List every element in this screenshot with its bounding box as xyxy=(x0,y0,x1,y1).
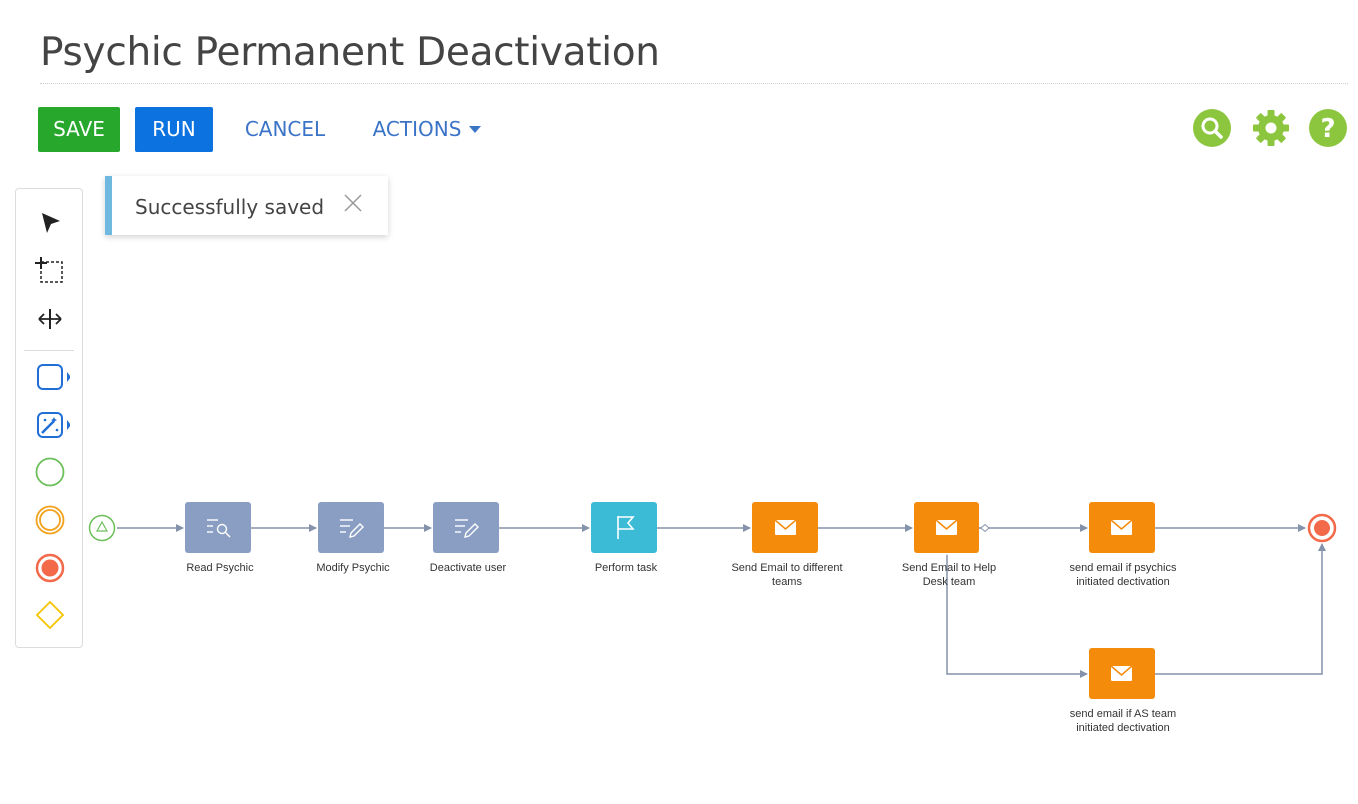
read-psychic-task[interactable]: Read Psychic xyxy=(185,502,254,574)
email-icon xyxy=(935,519,958,535)
perform-task[interactable]: Perform task xyxy=(591,502,658,574)
send-email-as-team-label-2: initiated dectivation xyxy=(1076,722,1170,734)
send-email-helpdesk-label-2: Desk team xyxy=(923,576,976,588)
send-email-as-team-label-1: send email if AS team xyxy=(1070,708,1176,720)
send-email-psychics-label-2: initiated dectivation xyxy=(1076,576,1170,588)
send-email-teams-label-2: teams xyxy=(772,576,802,588)
start-event[interactable] xyxy=(88,514,116,542)
deactivate-user-task[interactable]: Deactivate user xyxy=(430,502,507,574)
modify-psychic-task[interactable]: Modify Psychic xyxy=(316,502,390,574)
flow-as-team-end[interactable] xyxy=(1155,543,1326,675)
send-email-psychics-task[interactable]: send email if psychics initiated dectiva… xyxy=(1070,502,1177,588)
end-event[interactable] xyxy=(1307,513,1337,543)
send-email-teams-label-1: Send Email to different xyxy=(731,562,842,574)
email-icon xyxy=(1110,519,1133,535)
send-email-teams-task[interactable]: Send Email to different teams xyxy=(731,502,843,588)
send-email-helpdesk-task[interactable]: Send Email to Help Desk team xyxy=(902,502,996,588)
read-psychic-label: Read Psychic xyxy=(186,562,254,574)
email-icon xyxy=(774,519,797,535)
send-email-psychics-label-1: send email if psychics xyxy=(1070,562,1177,574)
deactivate-user-label: Deactivate user xyxy=(430,562,507,574)
process-diagram: Read Psychic Modify Psychic Deactivate u… xyxy=(88,502,1337,734)
email-icon xyxy=(1110,665,1133,681)
perform-task-label: Perform task xyxy=(595,562,658,574)
modify-psychic-label: Modify Psychic xyxy=(316,562,390,574)
send-email-as-team-task[interactable]: send email if AS team initiated dectivat… xyxy=(1070,648,1176,734)
conditional-flow-marker xyxy=(980,523,990,533)
send-email-helpdesk-label-1: Send Email to Help xyxy=(902,562,996,574)
